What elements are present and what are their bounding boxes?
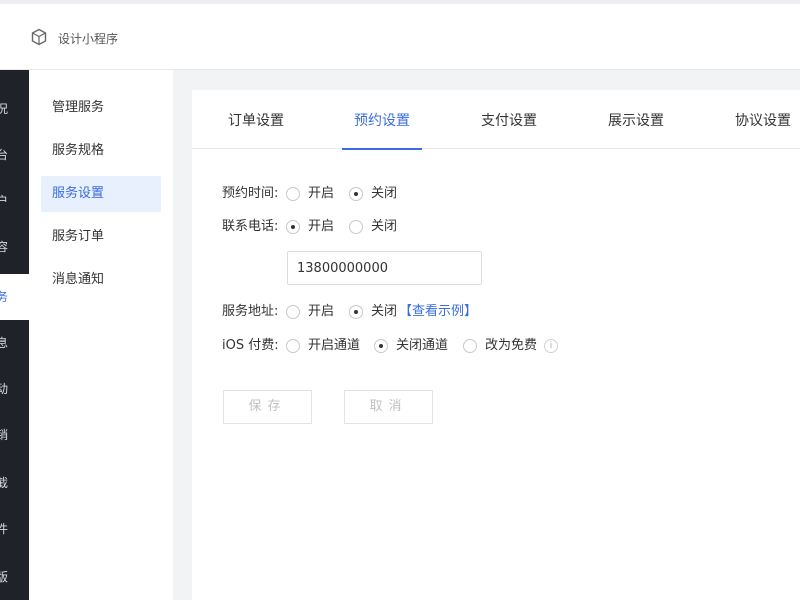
booking-time-row: 预约时间: 开启 关闭 <box>222 184 522 204</box>
service-address-row: 服务地址: 开启 关闭 【查看示例】 <box>222 302 542 322</box>
contact-phone-row: 联系电话: 开启 关闭 <box>222 217 522 237</box>
main-sidebar: 况 台 户 容 务 息 动 销 截 件 版 <box>0 70 29 600</box>
ios-payment-row: iOS 付费: 开启通道 关闭通道 改为免费 i <box>222 336 622 356</box>
subnav-item-service-orders[interactable]: 服务订单 <box>41 219 161 255</box>
settings-panel: 订单设置 预约设置 支付设置 展示设置 协议设置 预约时间: 开启 关闭 联系电… <box>192 90 800 600</box>
cancel-button[interactable]: 取消 <box>344 390 433 424</box>
sidebar-item-screenshot[interactable]: 截 <box>0 460 29 506</box>
sidebar-item-version[interactable]: 版 <box>0 554 29 600</box>
cube-logo-icon[interactable] <box>30 28 48 46</box>
contact-phone-input[interactable] <box>287 251 482 285</box>
tab-booking-settings[interactable]: 预约设置 <box>342 90 422 150</box>
info-icon[interactable]: i <box>544 339 558 353</box>
sidebar-item-users[interactable]: 户 <box>0 178 29 224</box>
tab-agreement-settings[interactable]: 协议设置 <box>734 90 792 149</box>
sidebar-item-platform[interactable]: 台 <box>0 132 29 178</box>
service-address-label: 服务地址: <box>222 304 279 319</box>
sidebar-item-messages[interactable]: 息 <box>0 320 29 366</box>
booking-time-label: 预约时间: <box>222 186 279 201</box>
sub-navigation: 管理服务 服务规格 服务设置 服务订单 消息通知 <box>29 70 173 600</box>
app-title: 设计小程序 <box>58 32 119 46</box>
tab-payment-settings[interactable]: 支付设置 <box>480 90 538 149</box>
view-example-link[interactable]: 【查看示例】 <box>399 302 477 322</box>
sidebar-item-overview[interactable]: 况 <box>0 86 29 132</box>
sidebar-item-services[interactable]: 务 <box>0 274 29 320</box>
subnav-item-manage-services[interactable]: 管理服务 <box>41 90 161 126</box>
tab-order-settings[interactable]: 订单设置 <box>227 90 285 149</box>
sidebar-item-marketing[interactable]: 销 <box>0 412 29 458</box>
subnav-item-service-settings[interactable]: 服务设置 <box>41 176 161 212</box>
settings-tabs: 订单设置 预约设置 支付设置 展示设置 协议设置 <box>192 90 800 150</box>
sidebar-item-plugins[interactable]: 件 <box>0 506 29 552</box>
subnav-item-service-specs[interactable]: 服务规格 <box>41 133 161 169</box>
ios-payment-label: iOS 付费: <box>222 338 279 353</box>
tab-display-settings[interactable]: 展示设置 <box>607 90 665 149</box>
save-button[interactable]: 保存 <box>223 390 312 424</box>
contact-phone-label: 联系电话: <box>222 219 279 234</box>
subnav-item-notifications[interactable]: 消息通知 <box>41 262 161 298</box>
sidebar-item-content[interactable]: 容 <box>0 224 29 270</box>
header: 设计小程序 <box>0 4 800 70</box>
sidebar-item-activities[interactable]: 动 <box>0 366 29 412</box>
